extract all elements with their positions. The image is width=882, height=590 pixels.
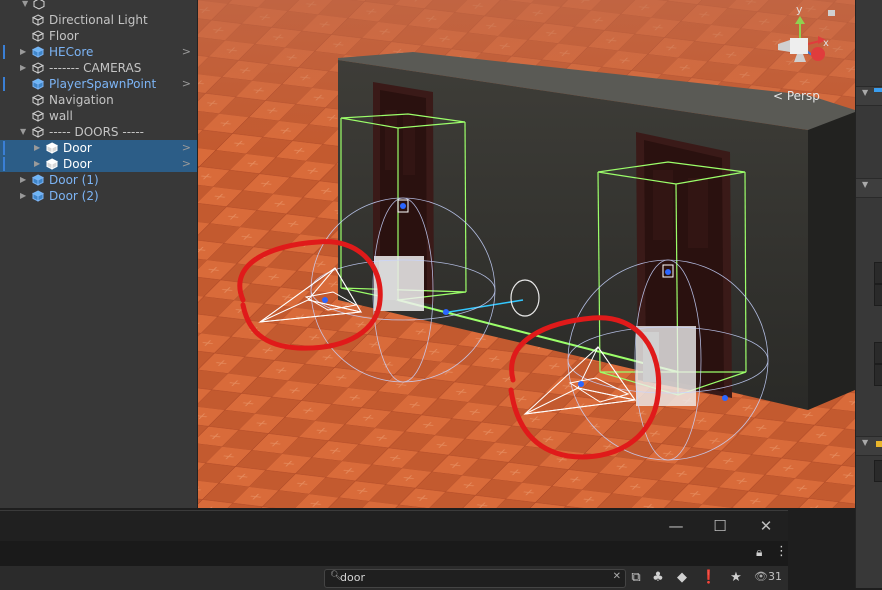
hierarchy-item-label: PlayerSpawnPoint xyxy=(49,77,157,91)
inspector-field[interactable] xyxy=(874,342,882,364)
prefab-icon xyxy=(46,158,58,170)
gameobject-icon xyxy=(32,94,44,106)
hierarchy-item[interactable]: Directional Light xyxy=(0,12,197,28)
hierarchy-item[interactable]: ▶ Door (1) xyxy=(0,172,197,188)
gizmo-x-label: x xyxy=(823,38,829,49)
hierarchy-item[interactable]: ▶ Door (2) xyxy=(0,188,197,204)
fold-arrow-icon[interactable]: ▶ xyxy=(34,140,40,156)
inspector-field[interactable] xyxy=(874,460,882,482)
hierarchy-item[interactable]: Navigation xyxy=(0,92,197,108)
floating-window: — ☐ ✕ 🔒︎ ⋮ 🔍︎ door ✕ ⧉ ♣ ◆ ❗ ★ 👁︎31 xyxy=(0,510,788,590)
gameobject-icon xyxy=(32,14,44,26)
window-titlebar[interactable]: — ☐ ✕ xyxy=(0,511,788,541)
label-filter-icon[interactable]: ◆ xyxy=(672,569,692,587)
hierarchy-panel: ▼ Directional Light Floor ▶ HECore > ▶ -------… xyxy=(0,0,198,508)
scene-canvas[interactable]: y x < Persp xyxy=(198,0,855,508)
gameobject-icon xyxy=(32,126,44,138)
handle-dot[interactable] xyxy=(443,309,449,315)
clear-search-icon[interactable]: ✕ xyxy=(613,571,621,582)
hierarchy-item-label: Door (1) xyxy=(49,173,99,187)
hierarchy-item-label: Floor xyxy=(49,29,79,43)
fold-arrow-icon[interactable]: ▶ xyxy=(20,188,26,204)
hierarchy-item-label: Door xyxy=(63,141,92,155)
inspector-field[interactable] xyxy=(874,284,882,306)
gizmo-y-label: y xyxy=(796,3,803,16)
fold-arrow-icon[interactable]: ▼ xyxy=(20,124,26,140)
hierarchy-item-label: Directional Light xyxy=(49,13,148,27)
hierarchy-item-label: Navigation xyxy=(49,93,114,107)
persp-label[interactable]: < Persp xyxy=(773,89,820,103)
hierarchy-item[interactable]: Floor xyxy=(0,28,197,44)
scene-icon xyxy=(33,0,45,10)
lock-icon[interactable]: 🔒︎ xyxy=(756,545,762,560)
prefab-override-marker xyxy=(3,45,5,59)
maximize-icon[interactable]: ☐ xyxy=(710,516,730,536)
search-by-type-icon[interactable]: ⧉ xyxy=(626,569,646,587)
hierarchy-item-label: ------- CAMERAS xyxy=(49,61,142,75)
project-toolbar: 🔍︎ door ✕ ⧉ ♣ ◆ ❗ ★ 👁︎31 xyxy=(0,565,788,590)
inspector-field[interactable] xyxy=(874,262,882,284)
chevron-right-icon[interactable]: > xyxy=(182,44,191,60)
fold-arrow-icon[interactable]: ▶ xyxy=(20,172,26,188)
minimize-icon[interactable]: — xyxy=(666,516,686,536)
handle-dot[interactable] xyxy=(578,381,584,387)
hierarchy-item-label: Door xyxy=(63,157,92,171)
prefab-override-marker xyxy=(3,77,5,91)
more-options-icon[interactable]: ⋮ xyxy=(775,544,788,559)
hierarchy-item[interactable]: wall xyxy=(0,108,197,124)
prefab-override-marker xyxy=(3,141,5,155)
handle-dot[interactable] xyxy=(322,297,328,303)
gameobject-icon xyxy=(32,30,44,42)
warning-filter-icon[interactable]: ❗ xyxy=(699,569,719,587)
fold-arrow-icon[interactable]: ▼ xyxy=(862,180,868,189)
component-accent xyxy=(874,88,882,92)
filter-by-type-icon[interactable]: ♣ xyxy=(648,569,668,587)
hierarchy-item[interactable]: ▶ HECore > xyxy=(0,44,197,60)
hierarchy-item-label: ----- DOORS ----- xyxy=(49,125,145,139)
gameobject-icon xyxy=(32,110,44,122)
hierarchy-item[interactable]: ▶ Door > xyxy=(0,140,197,156)
inspector-field[interactable] xyxy=(874,364,882,386)
lock-icon[interactable] xyxy=(828,10,835,16)
inspector-panel: ▼ ▼ ▼ xyxy=(855,0,882,588)
search-input[interactable]: door xyxy=(340,571,365,584)
fold-arrow-icon[interactable]: ▶ xyxy=(20,44,26,60)
prefab-icon xyxy=(32,78,44,90)
search-field[interactable]: 🔍︎ door ✕ xyxy=(324,569,626,588)
hierarchy-item[interactable]: ▼ ----- DOORS ----- xyxy=(0,124,197,140)
hierarchy-item-label: Door (2) xyxy=(49,189,99,203)
favorite-icon[interactable]: ★ xyxy=(726,569,746,587)
handle-dot[interactable] xyxy=(665,269,671,275)
hierarchy-item-label: HECore xyxy=(49,45,94,59)
handle-dot[interactable] xyxy=(722,395,728,401)
chevron-right-icon[interactable]: > xyxy=(182,76,191,92)
hierarchy-item[interactable]: ▶ ------- CAMERAS xyxy=(0,60,197,76)
handle-dot[interactable] xyxy=(400,203,406,209)
prefab-icon xyxy=(32,174,44,186)
count-value: 31 xyxy=(767,570,782,583)
inspector-header[interactable] xyxy=(856,178,882,198)
chevron-right-icon[interactable]: > xyxy=(182,140,191,156)
prefab-icon xyxy=(32,190,44,202)
hierarchy-item[interactable]: PlayerSpawnPoint > xyxy=(0,76,197,92)
component-icon xyxy=(876,441,882,447)
fold-arrow-icon[interactable]: ▼ xyxy=(862,88,868,97)
prefab-override-marker xyxy=(3,157,5,171)
hierarchy-item[interactable]: ▶ Door > xyxy=(0,156,197,172)
fold-arrow-icon[interactable]: ▶ xyxy=(20,60,26,76)
prefab-icon xyxy=(32,46,44,58)
window-tabbar: 🔒︎ ⋮ xyxy=(0,541,788,565)
gameobject-icon xyxy=(32,62,44,74)
fold-arrow-icon[interactable]: ▶ xyxy=(34,156,40,172)
hierarchy-item-label: wall xyxy=(49,109,73,123)
fold-arrow-icon[interactable]: ▼ xyxy=(862,438,868,447)
hierarchy-root-row[interactable]: ▼ xyxy=(0,0,197,12)
prefab-icon xyxy=(46,142,58,154)
close-icon[interactable]: ✕ xyxy=(756,516,776,536)
chevron-right-icon[interactable]: > xyxy=(182,156,191,172)
eye-icon: 👁︎ xyxy=(754,570,768,583)
scene-view[interactable]: y x < Persp xyxy=(198,0,855,508)
hidden-count[interactable]: 👁︎31 xyxy=(754,570,782,583)
fold-arrow-icon[interactable]: ▼ xyxy=(22,0,28,12)
